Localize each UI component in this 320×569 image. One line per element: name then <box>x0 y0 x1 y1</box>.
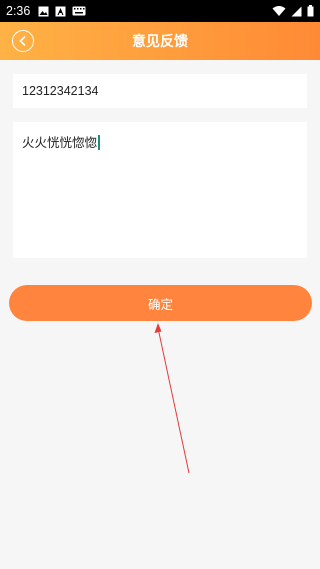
annotation-arrow <box>154 323 190 474</box>
